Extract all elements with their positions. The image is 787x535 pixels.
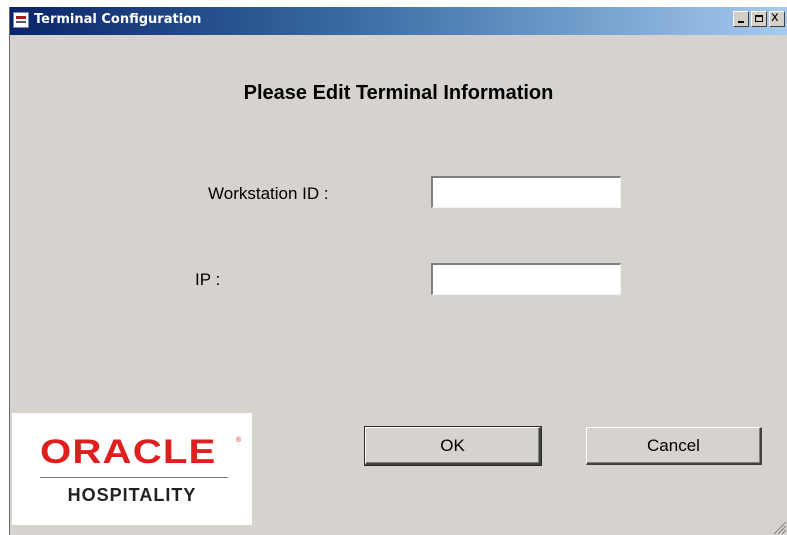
logo-divider bbox=[40, 477, 228, 478]
window-title: Terminal Configuration bbox=[34, 12, 202, 27]
app-icon[interactable] bbox=[13, 12, 29, 28]
registered-mark: ® bbox=[236, 437, 242, 444]
maximize-icon bbox=[755, 15, 763, 22]
title-bar[interactable]: Terminal Configuration x bbox=[10, 7, 787, 35]
terminal-configuration-window: Terminal Configuration x Please Edit Ter… bbox=[9, 7, 787, 535]
ip-input[interactable] bbox=[431, 263, 621, 295]
resize-grip-icon[interactable] bbox=[771, 519, 787, 535]
minimize-icon bbox=[738, 21, 744, 23]
minimize-button[interactable] bbox=[733, 11, 749, 27]
ip-label: IP : bbox=[195, 270, 221, 289]
workstation-id-input[interactable] bbox=[431, 176, 621, 208]
oracle-wordmark: ORACLE bbox=[40, 433, 217, 471]
maximize-button[interactable] bbox=[751, 11, 767, 27]
close-button[interactable]: x bbox=[769, 10, 785, 27]
window-controls: x bbox=[733, 10, 785, 27]
ok-button[interactable]: OK bbox=[364, 426, 542, 466]
workstation-id-label: Workstation ID : bbox=[208, 184, 329, 203]
ok-button-label: OK bbox=[440, 435, 465, 455]
cancel-button[interactable]: Cancel bbox=[586, 427, 762, 465]
oracle-hospitality-logo: ORACLE ® HOSPITALITY bbox=[12, 413, 252, 525]
form-heading: Please Edit Terminal Information bbox=[243, 82, 554, 104]
cancel-button-label: Cancel bbox=[647, 435, 700, 455]
close-icon: x bbox=[771, 10, 779, 25]
hospitality-text: HOSPITALITY bbox=[67, 485, 197, 505]
